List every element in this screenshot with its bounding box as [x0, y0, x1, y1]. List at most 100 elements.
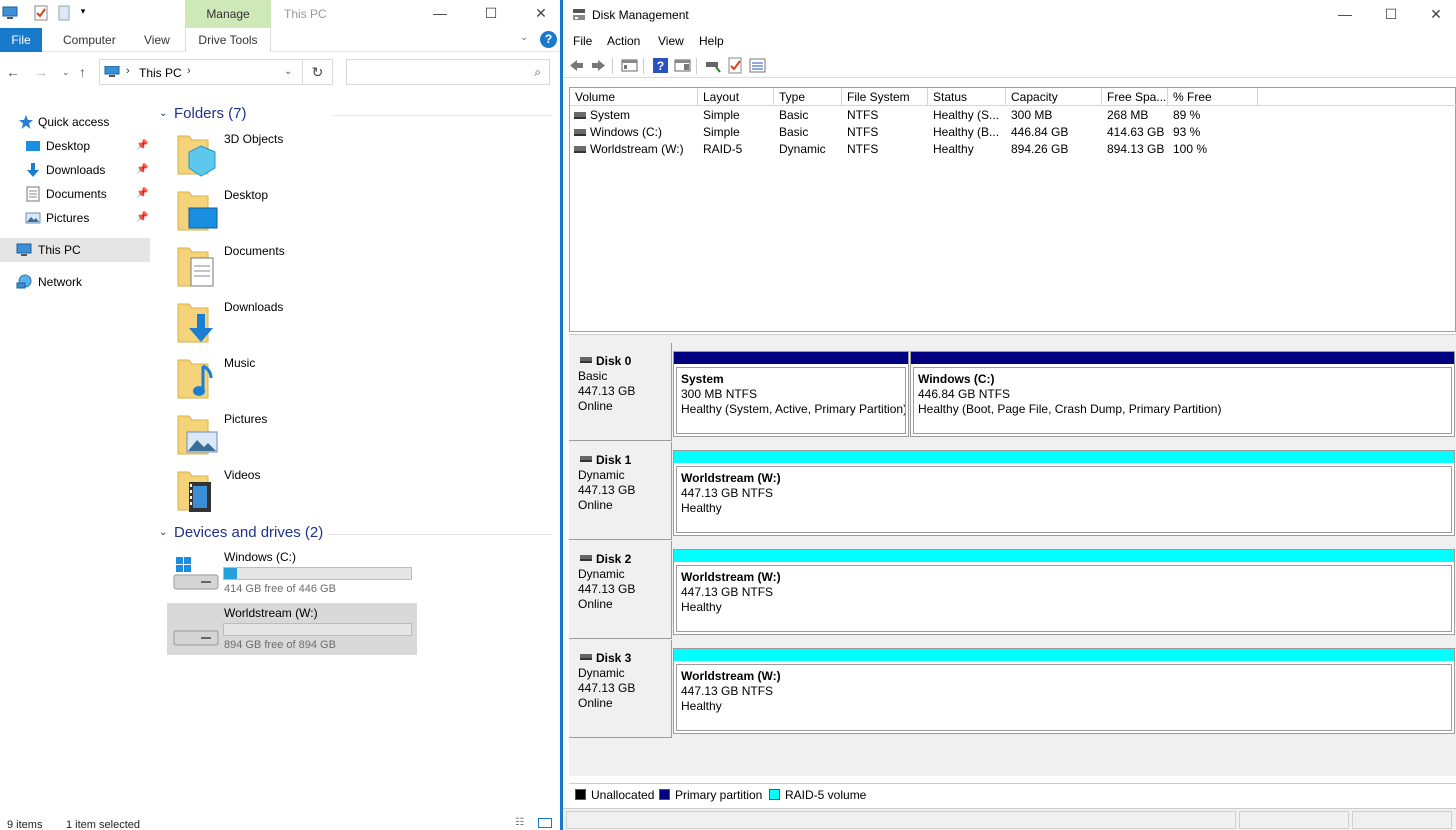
maximize-button[interactable]: ☐ — [1376, 4, 1406, 24]
status-bar: 9 items 1 item selected ☷ — [0, 816, 560, 830]
forward-arrow-icon[interactable]: → — [34, 64, 48, 80]
nav-network[interactable]: Network — [0, 270, 150, 294]
customize-quick-access-icon[interactable]: ▾ — [78, 6, 88, 22]
disk-info-3[interactable]: Disk 3 Dynamic 447.13 GB Online — [569, 640, 672, 738]
pin-icon[interactable]: 📌 — [136, 134, 148, 158]
partition-size: 300 MB NTFS — [681, 387, 758, 401]
address-dropdown-icon[interactable]: ⌄ — [284, 66, 292, 77]
partition-name: Worldstream (W:) — [681, 669, 781, 683]
nav-item-desktop[interactable]: Desktop 📌 — [0, 134, 150, 158]
search-input[interactable]: ⌕ — [346, 59, 550, 85]
pin-icon[interactable]: 📌 — [136, 182, 148, 206]
minimize-button[interactable]: — — [425, 3, 455, 23]
nav-item-downloads[interactable]: Downloads 📌 — [0, 158, 150, 182]
folder-item[interactable]: Music — [175, 356, 435, 404]
manage-tab[interactable]: Manage — [185, 0, 271, 28]
folder-item[interactable]: Videos — [175, 468, 435, 516]
col-header-capacity[interactable]: Capacity — [1006, 88, 1102, 106]
breadcrumb-separator[interactable]: › — [126, 65, 130, 77]
col-header-free-space[interactable]: Free Spa... — [1102, 88, 1168, 106]
nav-item-pictures[interactable]: Pictures 📌 — [0, 206, 150, 230]
up-arrow-icon[interactable]: ↑ — [79, 64, 86, 80]
table-row[interactable]: Windows (C:) Simple Basic NTFS Healthy (… — [570, 124, 1456, 141]
disk-size: 447.13 GB — [578, 384, 636, 398]
address-bar[interactable]: › This PC › ⌄ — [99, 59, 303, 85]
back-arrow-icon[interactable]: ← — [6, 64, 20, 80]
col-header-file-system[interactable]: File System — [842, 88, 928, 106]
help-icon[interactable]: ? — [540, 31, 557, 48]
col-header-percent-free[interactable]: % Free — [1168, 88, 1258, 106]
partition-worldstream-w[interactable]: Worldstream (W:) 447.13 GB NTFS Healthy — [673, 450, 1455, 536]
nav-label: Pictures — [46, 211, 90, 225]
file-explorer-window: ▾ Manage This PC — ☐ ✕ File Computer Vie… — [0, 0, 560, 830]
show-hide-console-tree-icon[interactable] — [621, 57, 638, 74]
nav-item-documents[interactable]: Documents 📌 — [0, 182, 150, 206]
devices-group-header[interactable]: ⌄ Devices and drives (2) — [155, 521, 552, 545]
menu-action[interactable]: Action — [607, 34, 640, 48]
help-icon[interactable]: ? — [652, 57, 669, 74]
maximize-button[interactable]: ☐ — [476, 3, 506, 23]
col-header-volume[interactable]: Volume — [570, 88, 698, 106]
col-header-status[interactable]: Status — [928, 88, 1006, 106]
folder-item[interactable]: 3D Objects — [175, 132, 435, 180]
properties-icon[interactable] — [34, 5, 48, 21]
table-row[interactable]: Worldstream (W:) RAID-5 Dynamic NTFS Hea… — [570, 141, 1456, 158]
drive-item-c[interactable]: Windows (C:) 414 GB free of 446 GB — [167, 547, 417, 599]
tab-file[interactable]: File — [0, 28, 42, 52]
nav-quick-access[interactable]: Quick access — [0, 110, 150, 134]
show-hide-action-pane-icon[interactable] — [674, 57, 691, 74]
refresh-button[interactable]: ↻ — [303, 59, 333, 85]
list-view-icon[interactable] — [749, 57, 766, 74]
status-cell — [1352, 811, 1452, 829]
pin-icon[interactable]: 📌 — [136, 158, 148, 182]
partition-type-band — [674, 451, 1454, 463]
folder-item[interactable]: Documents — [175, 244, 435, 292]
folder-item[interactable]: Pictures — [175, 412, 435, 460]
close-button[interactable]: ✕ — [526, 3, 556, 23]
minimize-button[interactable]: — — [1330, 4, 1360, 24]
breadcrumb-this-pc[interactable]: This PC — [139, 66, 182, 80]
toolbar: ? — [563, 54, 1456, 78]
partition-worldstream-w[interactable]: Worldstream (W:) 447.13 GB NTFS Healthy — [673, 549, 1455, 635]
recent-locations-icon[interactable]: ⌄ — [62, 67, 70, 78]
explorer-title-bar: ▾ Manage This PC — ☐ ✕ — [0, 0, 560, 28]
col-header-layout[interactable]: Layout — [698, 88, 774, 106]
back-arrow-icon[interactable] — [568, 57, 585, 74]
table-row[interactable]: System Simple Basic NTFS Healthy (S... 3… — [570, 107, 1456, 124]
disk-info-0[interactable]: Disk 0 Basic 447.13 GB Online — [569, 343, 672, 441]
folder-item[interactable]: Downloads — [175, 300, 435, 348]
disk-info-2[interactable]: Disk 2 Dynamic 447.13 GB Online — [569, 541, 672, 639]
forward-arrow-icon[interactable] — [590, 57, 607, 74]
tab-view[interactable]: View — [144, 28, 170, 52]
connect-virtual-disk-icon[interactable] — [705, 57, 722, 74]
partition-system[interactable]: System 300 MB NTFS Healthy (System, Acti… — [673, 351, 909, 437]
close-button[interactable]: ✕ — [1421, 4, 1451, 24]
expand-ribbon-icon[interactable]: ⌄ — [520, 32, 528, 43]
partition-windows-c[interactable]: Windows (C:) 446.84 GB NTFS Healthy (Boo… — [910, 351, 1455, 437]
cell-free-space: 268 MB — [1107, 108, 1149, 122]
volume-list-header: Volume Layout Type File System Status Ca… — [570, 88, 1456, 106]
menu-view[interactable]: View — [658, 34, 684, 48]
partition-worldstream-w[interactable]: Worldstream (W:) 447.13 GB NTFS Healthy — [673, 648, 1455, 734]
legend-swatch — [575, 789, 586, 800]
details-view-icon[interactable]: ☷ — [515, 818, 529, 828]
tab-computer[interactable]: Computer — [63, 28, 116, 52]
disk-info-1[interactable]: Disk 1 Dynamic 447.13 GB Online — [569, 442, 672, 540]
folder-item[interactable]: Desktop — [175, 188, 435, 236]
tab-drive-tools[interactable]: Drive Tools — [185, 28, 271, 52]
nav-label: Desktop — [46, 139, 91, 153]
drive-item-w[interactable]: Worldstream (W:) 894 GB free of 894 GB — [167, 603, 417, 655]
new-folder-icon[interactable] — [58, 5, 70, 21]
pin-icon[interactable]: 📌 — [136, 206, 148, 230]
menu-file[interactable]: File — [573, 34, 592, 48]
tiles-view-icon[interactable] — [538, 818, 552, 828]
menu-help[interactable]: Help — [699, 34, 724, 48]
breadcrumb-separator[interactable]: › — [187, 65, 191, 77]
this-pc-icon[interactable] — [2, 5, 18, 21]
col-header-type[interactable]: Type — [774, 88, 842, 106]
nav-this-pc[interactable]: This PC — [0, 238, 150, 262]
videos-folder-icon — [177, 471, 211, 512]
disk-name: Disk 3 — [596, 651, 632, 665]
folders-group-header[interactable]: ⌄ Folders (7) — [155, 102, 552, 126]
properties-icon[interactable] — [727, 57, 744, 74]
